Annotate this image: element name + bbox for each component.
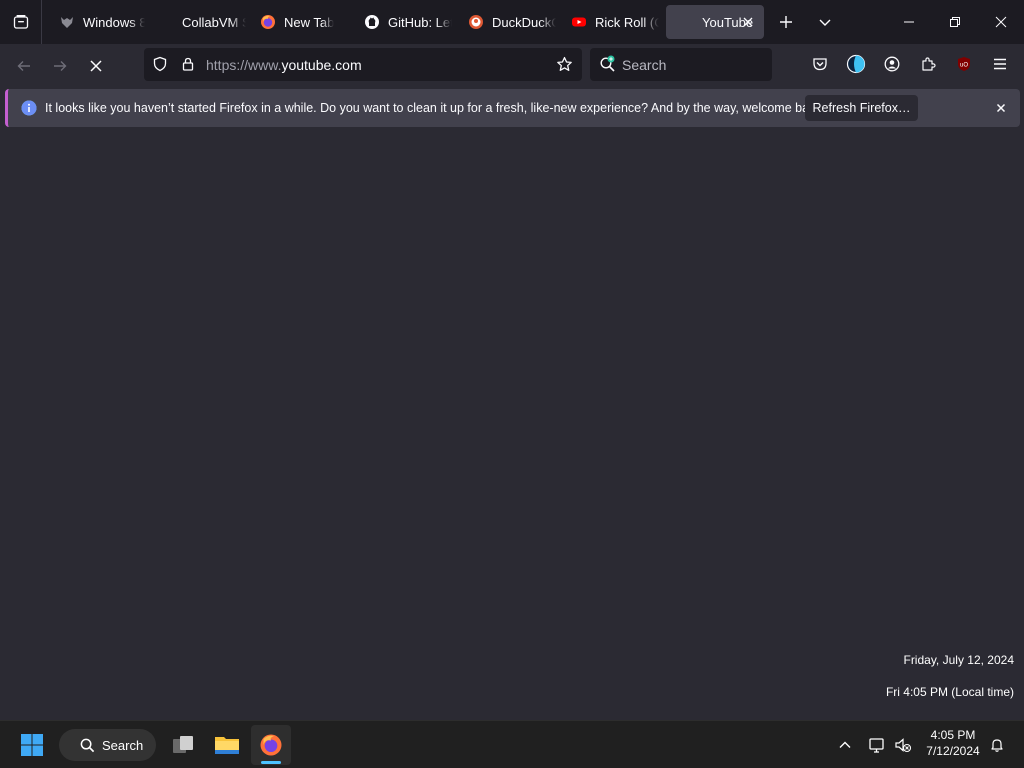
bell-icon xyxy=(991,739,1003,752)
tab-label: Rick Roll (C xyxy=(595,14,659,30)
ublock-button[interactable]: uO xyxy=(948,48,980,80)
chevron-down-icon xyxy=(819,19,831,26)
puzzle-icon xyxy=(922,57,936,71)
info-icon xyxy=(21,100,37,121)
tab-github[interactable]: GitHub: Let xyxy=(352,5,452,39)
tab-rick-roll[interactable]: Rick Roll (C xyxy=(559,5,659,39)
plus-icon xyxy=(780,16,792,28)
tab-youtube[interactable]: YouTube xyxy=(666,5,764,39)
tab-collabvm-search[interactable]: CollabVM Search xyxy=(146,5,246,39)
stop-button[interactable] xyxy=(80,50,112,82)
ublock-icon: uO xyxy=(958,57,970,71)
wolf-icon xyxy=(59,14,75,30)
taskbar-date: 7/12/2024 xyxy=(926,744,980,758)
url-domain: youtube.com xyxy=(281,57,362,73)
blank-icon xyxy=(158,14,174,30)
github-icon xyxy=(364,14,380,30)
svg-text:uO: uO xyxy=(960,63,968,69)
taskbar-time: 4:05 PM xyxy=(930,728,976,742)
tab-windows[interactable]: Windows 8 xyxy=(47,5,145,39)
firefox-icon xyxy=(260,734,282,756)
notification-message: It looks like you haven’t started Firefo… xyxy=(45,101,826,115)
youtube-icon xyxy=(571,14,587,30)
refresh-firefox-button[interactable]: Refresh Firefox… xyxy=(805,95,918,121)
search-icon xyxy=(80,738,95,753)
taskbar: Search 4:05 PM 7/12/2024 xyxy=(0,720,1024,768)
minimize-icon xyxy=(904,21,914,23)
tab-duckduckgo[interactable]: DuckDuckGo xyxy=(456,5,556,39)
arrow-left-icon xyxy=(17,61,30,71)
tab-new-tab[interactable]: New Tab xyxy=(248,5,350,39)
search-icon xyxy=(599,55,617,78)
firefox-taskbar-button[interactable] xyxy=(251,725,291,765)
account-button[interactable] xyxy=(876,48,908,80)
url-prefix: https://www. xyxy=(206,57,282,73)
lock-icon[interactable] xyxy=(180,56,196,77)
pocket-icon xyxy=(813,58,827,71)
restore-icon xyxy=(950,17,960,27)
shield-icon[interactable] xyxy=(152,56,168,77)
account-icon xyxy=(884,56,900,72)
refresh-notification-bar: It looks like you haven’t started Firefo… xyxy=(5,89,1020,127)
taskbar-search-label: Search xyxy=(102,737,144,753)
list-all-tabs-button[interactable] xyxy=(808,0,842,44)
tab-label: CollabVM Search xyxy=(182,14,246,30)
blank-icon xyxy=(678,14,694,30)
file-explorer-button[interactable] xyxy=(207,725,247,765)
tab-label: New Tab xyxy=(284,14,335,30)
forward-button[interactable] xyxy=(44,50,76,82)
close-window-button[interactable] xyxy=(978,0,1024,44)
extensions-button[interactable] xyxy=(912,48,944,80)
firefox-view-button[interactable] xyxy=(0,0,42,44)
taskbar-clock[interactable]: 4:05 PM 7/12/2024 xyxy=(918,727,988,759)
firefox-icon xyxy=(260,14,276,30)
duckduckgo-icon xyxy=(468,14,484,30)
star-icon[interactable] xyxy=(556,56,573,78)
network-icon xyxy=(869,738,884,753)
volume-button[interactable] xyxy=(890,725,916,765)
volume-muted-icon xyxy=(895,738,912,753)
close-notification-icon[interactable] xyxy=(993,100,1009,121)
windows-logo-icon xyxy=(21,734,43,756)
address-bar[interactable]: https://www.youtube.com xyxy=(144,48,582,81)
restore-button[interactable] xyxy=(932,0,978,44)
back-button[interactable] xyxy=(8,50,40,82)
notifications-button[interactable] xyxy=(984,725,1010,765)
folder-icon xyxy=(215,737,239,754)
hamburger-menu-icon xyxy=(994,58,1006,70)
tab-label: DuckDuckGo xyxy=(492,14,556,30)
arrow-right-icon xyxy=(54,61,67,71)
show-hidden-icons-button[interactable] xyxy=(832,725,858,765)
chevron-up-icon xyxy=(839,741,851,748)
network-button[interactable] xyxy=(864,725,890,765)
firefox-view-icon xyxy=(13,15,28,29)
active-app-indicator xyxy=(261,761,281,764)
tab-label: GitHub: Let xyxy=(388,14,452,30)
task-view-button[interactable] xyxy=(163,725,203,765)
task-view-icon xyxy=(173,736,193,753)
minimize-button[interactable] xyxy=(886,0,932,44)
overlay-date: Friday, July 12, 2024 xyxy=(903,653,1014,667)
new-tab-button[interactable] xyxy=(769,0,803,44)
page-content[interactable]: Friday, July 12, 2024 Fri 4:05 PM (Local… xyxy=(0,131,1024,720)
close-tab-icon[interactable] xyxy=(740,14,756,30)
taskbar-search[interactable]: Search xyxy=(59,729,156,761)
colorful-circle-icon xyxy=(846,54,866,74)
close-icon xyxy=(995,16,1007,28)
stop-icon xyxy=(90,60,102,72)
search-placeholder: Search xyxy=(622,57,667,73)
url-text[interactable]: https://www.youtube.com xyxy=(206,57,362,73)
menu-button[interactable] xyxy=(984,48,1016,80)
search-bar[interactable]: Search xyxy=(590,48,772,81)
tab-label: Windows 8 xyxy=(83,14,145,30)
pocket-button[interactable] xyxy=(804,48,836,80)
overlay-local-time: Fri 4:05 PM (Local time) xyxy=(885,685,1014,699)
extension-button[interactable] xyxy=(840,48,872,80)
tab-strip: Windows 8 CollabVM Search New Tab GitHub… xyxy=(0,0,1024,44)
start-button[interactable] xyxy=(12,725,52,765)
